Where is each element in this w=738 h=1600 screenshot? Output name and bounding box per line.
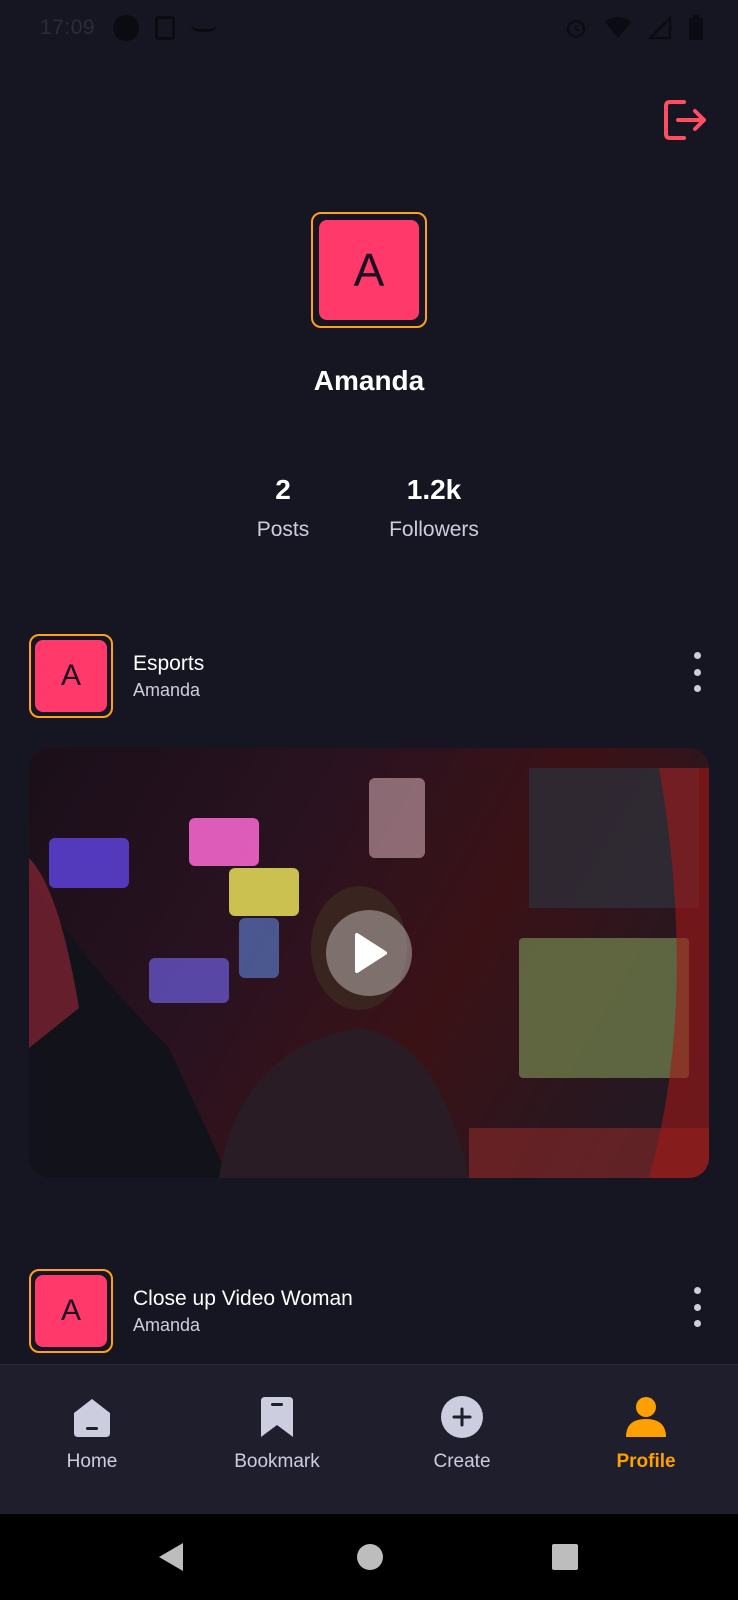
profile-name: Amanda <box>313 365 425 396</box>
followers-label: Followers <box>389 518 479 541</box>
play-icon <box>355 933 387 973</box>
back-triangle-icon <box>159 1543 183 1571</box>
profile-avatar-letter: A <box>319 220 419 320</box>
post-header: A Esports Amanda <box>29 634 709 718</box>
nav-bookmark-label: Bookmark <box>234 1451 320 1472</box>
menu-dot <box>693 685 701 692</box>
posts-stat: 2 Posts <box>203 474 363 542</box>
profile-stats: 2 Posts 1.2k Followers <box>0 474 738 554</box>
menu-dot <box>693 1320 701 1327</box>
play-button[interactable] <box>326 910 412 996</box>
post-avatar: A <box>29 1269 113 1353</box>
system-navigation-bar <box>0 1514 738 1600</box>
post-avatar-letter: A <box>35 1275 107 1347</box>
followers-count: 1.2k <box>406 474 462 505</box>
wifi-icon <box>605 17 631 38</box>
battery-icon <box>689 15 703 40</box>
bookmark-icon <box>255 1395 299 1439</box>
post-menu-button[interactable] <box>685 652 709 692</box>
post-header: A Close up Video Woman Amanda <box>29 1269 709 1353</box>
menu-dot <box>693 1287 701 1294</box>
plus-circle-icon <box>440 1395 484 1439</box>
logout-button[interactable] <box>662 98 710 142</box>
post-menu-button[interactable] <box>685 1287 709 1327</box>
nav-create[interactable]: Create <box>392 1395 532 1473</box>
app-notification-icon <box>191 24 218 32</box>
post-text: Close up Video Woman Amanda <box>133 1287 353 1336</box>
nav-home[interactable]: Home <box>22 1395 162 1473</box>
system-recents-button[interactable] <box>551 1541 579 1578</box>
signal-icon <box>648 16 672 40</box>
profile-avatar: A <box>311 212 427 328</box>
post-avatar-letter: A <box>35 640 107 712</box>
post-title: Esports <box>133 652 205 675</box>
nav-create-label: Create <box>433 1451 491 1472</box>
posts-label: Posts <box>256 518 310 541</box>
screenshot-icon <box>155 16 176 40</box>
menu-dot <box>693 668 701 676</box>
logout-icon <box>664 100 706 140</box>
home-icon <box>70 1395 114 1439</box>
home-circle-icon <box>357 1544 383 1570</box>
recents-square-icon <box>552 1544 578 1570</box>
status-right-icons <box>564 15 704 41</box>
nav-profile[interactable]: Profile <box>576 1395 716 1473</box>
profile-icon <box>624 1395 668 1439</box>
notification-app-icon <box>113 15 140 41</box>
video-thumbnail[interactable] <box>29 748 709 1178</box>
alarm-icon <box>566 19 586 39</box>
post-text: Esports Amanda <box>133 652 204 701</box>
status-bar: 17:09 <box>0 0 738 56</box>
menu-dot <box>693 652 701 659</box>
post-avatar: A <box>29 634 113 718</box>
posts-count: 2 <box>275 474 291 505</box>
menu-dot <box>693 1303 701 1311</box>
followers-stat: 1.2k Followers <box>354 474 514 542</box>
post-author: Amanda <box>133 1315 201 1335</box>
bottom-navigation: Home Bookmark Create Profile <box>0 1364 738 1514</box>
nav-profile-label: Profile <box>616 1451 676 1472</box>
post-author: Amanda <box>133 680 201 700</box>
system-home-button[interactable] <box>356 1541 384 1578</box>
status-time: 17:09 <box>40 16 96 39</box>
system-back-button[interactable] <box>157 1541 185 1578</box>
status-left-icons <box>113 15 218 41</box>
nav-bookmark[interactable]: Bookmark <box>207 1395 347 1473</box>
nav-home-label: Home <box>66 1451 118 1472</box>
post-title: Close up Video Woman <box>133 1287 353 1310</box>
